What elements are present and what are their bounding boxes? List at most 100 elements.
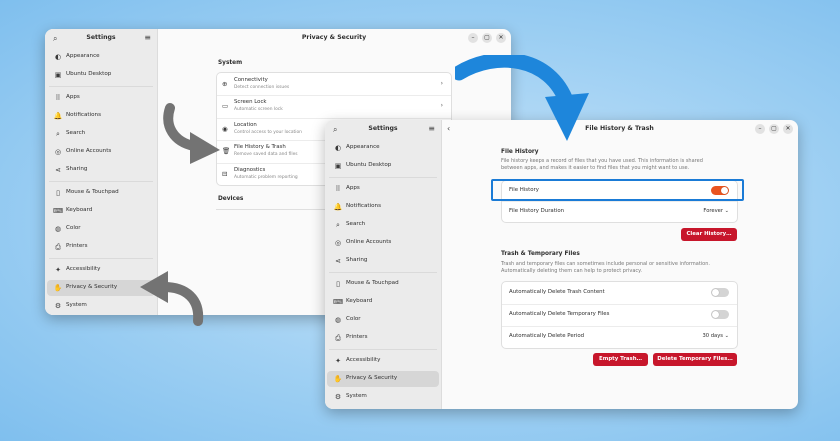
sidebar-item-system[interactable]: ⚙ System: [327, 389, 439, 405]
privacy-row-screen-lock[interactable]: ▭ Screen Lock Automatic screen lock ›: [217, 95, 451, 117]
sidebar-item-ubuntu-desktop[interactable]: ▣ Ubuntu Desktop: [327, 158, 439, 174]
toggle-knob: [712, 311, 719, 318]
auto-delete-period-row[interactable]: Automatically Delete Period 30 days ⌄: [502, 326, 737, 348]
search-icon: ⌕: [336, 221, 340, 229]
trash-card: Automatically Delete Trash Content Autom…: [501, 281, 738, 349]
sidebar-item-label: Privacy & Security: [66, 284, 118, 290]
maximize-icon[interactable]: ▢: [482, 33, 492, 43]
gray-arrow-right-icon: [163, 103, 220, 164]
sidebar-item-keyboard[interactable]: ⌨ Keyboard: [327, 294, 439, 310]
chevron-down-icon: ⌄: [724, 333, 729, 339]
mouse-icon: ▯: [336, 280, 340, 288]
sidebar-item-privacy-security[interactable]: ✋ Privacy & Security: [327, 371, 439, 387]
sidebar-item-label: System: [346, 393, 367, 399]
sidebar-item-appearance[interactable]: ◐ Appearance: [327, 140, 439, 156]
keyboard-icon: ⌨: [53, 207, 64, 215]
file-history-description: File history keeps a record of files tha…: [501, 158, 751, 171]
connectivity-icon: ⊕: [222, 80, 228, 88]
desktop-icon: ▣: [334, 162, 342, 170]
sidebar-item-appearance[interactable]: ◐ Appearance: [47, 49, 155, 65]
sidebar-divider: [49, 86, 153, 87]
minimize-icon[interactable]: –: [755, 124, 765, 134]
auto-delete-trash-row[interactable]: Automatically Delete Trash Content: [502, 282, 737, 304]
apps-icon: ⠿: [55, 94, 61, 102]
share-icon: ⋖: [55, 166, 61, 174]
sidebar-item-online-accounts[interactable]: ◎ Online Accounts: [47, 144, 155, 160]
online-accounts-icon: ◎: [54, 148, 62, 156]
front-sidebar-header: ⌕ Settings ≡: [325, 120, 441, 140]
sidebar-divider: [329, 272, 437, 273]
sidebar-item-label: Online Accounts: [346, 239, 392, 245]
trash-description: Trash and temporary files can sometimes …: [501, 261, 751, 274]
file-history-heading: File History: [501, 149, 539, 155]
privacy-row-label: File History & Trash: [234, 144, 286, 151]
sidebar-item-mouse-touchpad[interactable]: ▯ Mouse & Touchpad: [47, 185, 155, 201]
privacy-row-subtitle: Automatic screen lock: [234, 107, 283, 113]
hamburger-menu-icon[interactable]: ≡: [428, 124, 435, 133]
delete-temp-files-button[interactable]: Delete Temporary Files…: [653, 353, 737, 366]
auto-delete-temp-toggle[interactable]: [711, 310, 729, 319]
sidebar-item-sharing[interactable]: ⋖ Sharing: [47, 162, 155, 178]
sidebar-item-label: Mouse & Touchpad: [346, 280, 399, 286]
section-devices-heading: Devices: [218, 196, 244, 202]
system-icon: ⚙: [54, 302, 62, 310]
sidebar-item-notifications[interactable]: 🔔 Notifications: [327, 199, 439, 215]
sidebar-item-ubuntu-desktop[interactable]: ▣ Ubuntu Desktop: [47, 67, 155, 83]
back-sidebar-title: Settings: [86, 34, 116, 41]
sidebar-item-printers[interactable]: ⎙ Printers: [47, 239, 155, 255]
sidebar-item-notifications[interactable]: 🔔 Notifications: [47, 108, 155, 124]
sidebar-item-label: Notifications: [66, 112, 102, 118]
sidebar-item-search[interactable]: ⌕ Search: [47, 126, 155, 142]
auto-delete-temp-label: Automatically Delete Temporary Files: [509, 311, 610, 317]
auto-delete-period-label: Automatically Delete Period: [509, 333, 585, 339]
sidebar-item-online-accounts[interactable]: ◎ Online Accounts: [327, 235, 439, 251]
sidebar-item-label: Notifications: [346, 203, 382, 209]
close-icon[interactable]: ✕: [496, 33, 506, 43]
chevron-right-icon: ›: [440, 80, 443, 87]
sidebar-item-color[interactable]: ◍ Color: [327, 312, 439, 328]
sidebar-item-apps[interactable]: ⠿ Apps: [47, 90, 155, 106]
apps-icon: ⠿: [335, 185, 341, 193]
auto-delete-trash-toggle[interactable]: [711, 288, 729, 297]
privacy-row-subtitle: Control access to your location: [234, 129, 302, 135]
sidebar-item-color[interactable]: ◍ Color: [47, 221, 155, 237]
empty-trash-button[interactable]: Empty Trash…: [593, 353, 648, 366]
hamburger-menu-icon[interactable]: ≡: [144, 33, 151, 42]
sidebar-item-sharing[interactable]: ⋖ Sharing: [327, 253, 439, 269]
trash-heading: Trash & Temporary Files: [501, 251, 580, 257]
sidebar-item-label: Appearance: [66, 53, 100, 59]
maximize-icon[interactable]: ▢: [769, 124, 779, 134]
file-history-description-line-2: between apps, and makes it easier to fin…: [501, 164, 690, 171]
search-icon: ⌕: [56, 130, 60, 138]
sidebar-item-mouse-touchpad[interactable]: ▯ Mouse & Touchpad: [327, 276, 439, 292]
close-icon[interactable]: ✕: [783, 124, 793, 134]
hand-icon: ✋: [333, 375, 343, 383]
sidebar-item-label: Online Accounts: [66, 148, 112, 154]
color-icon: ◍: [334, 316, 342, 324]
sidebar-item-accessibility[interactable]: ✦ Accessibility: [327, 353, 439, 369]
file-history-duration-dropdown[interactable]: Forever ⌄: [703, 208, 729, 214]
clear-history-button[interactable]: Clear History…: [681, 228, 737, 241]
sidebar-item-printers[interactable]: ⎙ Printers: [327, 330, 439, 346]
back-sidebar-header: ⌕ Settings ≡: [45, 29, 157, 49]
appearance-icon: ◐: [334, 144, 342, 152]
hand-icon: ✋: [53, 284, 63, 292]
sidebar-divider: [329, 177, 437, 178]
system-icon: ⚙: [334, 393, 342, 401]
minimize-icon[interactable]: –: [468, 33, 478, 43]
sidebar-item-label: Apps: [66, 94, 80, 100]
sidebar-item-label: Privacy & Security: [346, 375, 398, 381]
sidebar-item-apps[interactable]: ⠿ Apps: [327, 181, 439, 197]
privacy-row-connectivity[interactable]: ⊕ Connectivity Detect connection issues ›: [217, 73, 451, 95]
accessibility-icon: ✦: [55, 266, 61, 274]
privacy-row-subtitle: Remove saved data and files: [234, 152, 298, 158]
sidebar-item-label: Sharing: [66, 166, 88, 172]
privacy-row-subtitle: Automatic problem reporting: [234, 174, 298, 180]
auto-delete-period-dropdown[interactable]: 30 days ⌄: [702, 333, 729, 339]
auto-delete-temp-row[interactable]: Automatically Delete Temporary Files: [502, 304, 737, 326]
sidebar-item-search[interactable]: ⌕ Search: [327, 217, 439, 233]
trash-description-line-2: Automatically deleting them can help to …: [501, 267, 643, 274]
file-history-duration-row[interactable]: File History Duration Forever ⌄: [502, 202, 737, 222]
sidebar-item-keyboard[interactable]: ⌨ Keyboard: [47, 203, 155, 219]
sidebar-item-label: Keyboard: [66, 207, 93, 213]
